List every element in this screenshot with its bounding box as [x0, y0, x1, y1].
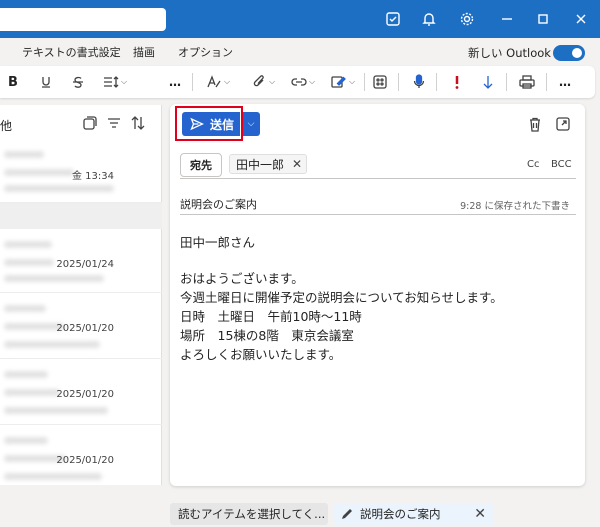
list-item[interactable]: 金 13:34	[0, 141, 162, 203]
blurred-subject	[4, 259, 54, 266]
body-line[interactable]: おはようございます。	[180, 270, 304, 288]
body-line[interactable]: 日時 土曜日 午前10時～11時	[180, 308, 362, 326]
body-line[interactable]: よろしくお願いいたします。	[180, 346, 341, 364]
list-item-date: 2025/01/24	[56, 259, 114, 270]
signature-button[interactable]: ⌵	[328, 73, 358, 91]
recipient-name: 田中一郎	[236, 157, 285, 172]
blurred-subject	[4, 323, 64, 330]
close-tab-icon[interactable]: ✕	[474, 506, 486, 522]
pop-out-icon[interactable]	[554, 115, 572, 133]
to-button[interactable]: 宛先	[180, 153, 222, 177]
blurred-sender	[4, 151, 44, 158]
send-highlight-box	[175, 106, 243, 141]
print-icon[interactable]	[518, 73, 536, 91]
list-item[interactable]: 2025/01/20	[0, 293, 162, 359]
paragraph-spacing-button[interactable]: ⌵	[102, 73, 128, 91]
tab-draft[interactable]: 説明会のご案内 ✕	[334, 503, 494, 525]
new-outlook-toggle[interactable]	[553, 45, 585, 61]
body-line[interactable]: 今週土曜日に開催予定の説明会についてお知らせします。	[180, 289, 503, 307]
subject-underline	[180, 214, 576, 215]
bcc-button[interactable]: BCC	[551, 159, 572, 170]
importance-high-icon[interactable]	[450, 73, 464, 91]
subject-field[interactable]: 説明会のご案内	[180, 196, 257, 212]
pencil-icon	[342, 509, 352, 519]
styles-button[interactable]: ⌵	[204, 73, 232, 91]
toggle-knob	[572, 48, 582, 58]
maximize-icon[interactable]	[532, 8, 554, 30]
ribbon-divider	[364, 73, 365, 91]
draft-saved-status: 9:28 に保存された下書き	[460, 201, 570, 212]
list-item[interactable]: 2025/01/24	[0, 229, 162, 293]
new-outlook-label: 新しい Outlook	[468, 46, 551, 60]
blurred-sender	[4, 437, 48, 444]
more-options-button[interactable]: …	[558, 73, 572, 91]
apps-icon[interactable]	[372, 73, 388, 91]
recipient-chip[interactable]: 田中一郎 ✕	[229, 154, 308, 174]
tab-reading-pane[interactable]: 読むアイテムを選択してく...	[170, 503, 328, 525]
microphone-icon[interactable]	[412, 73, 426, 91]
chevron-down-icon: ⌵	[348, 77, 356, 86]
list-item[interactable]: 2025/01/20	[0, 425, 162, 485]
ribbon-divider	[436, 73, 437, 91]
chevron-down-icon: ⌵	[223, 77, 231, 86]
menu-draw[interactable]: 描画	[133, 44, 155, 60]
tab-draft-label: 説明会のご案内	[360, 507, 441, 521]
chevron-down-icon: ⌵	[120, 77, 128, 86]
blurred-subject	[4, 169, 74, 176]
ribbon-divider	[506, 73, 507, 91]
blurred-subject	[4, 389, 60, 396]
list-item-date: 2025/01/20	[56, 323, 114, 334]
list-item-date: 2025/01/20	[56, 455, 114, 466]
underline-button[interactable]	[38, 73, 54, 91]
blurred-sender	[4, 305, 46, 312]
ribbon-divider	[546, 73, 547, 91]
message-list: 他 金 13:34 2025/01/24 2025/01/20 2025/01/…	[0, 105, 162, 485]
blurred-preview	[4, 341, 100, 348]
sort-icon[interactable]	[130, 115, 146, 131]
to-field-underline	[180, 178, 576, 179]
more-format-button[interactable]: …	[168, 73, 182, 91]
body-line[interactable]: 場所 15棟の8階 東京会議室	[180, 327, 354, 345]
trash-icon[interactable]	[526, 115, 544, 133]
strikethrough-button[interactable]	[70, 73, 86, 91]
cc-button[interactable]: Cc	[527, 159, 539, 170]
blurred-sender	[4, 371, 48, 378]
ribbon-divider	[192, 73, 193, 91]
blurred-preview	[4, 473, 102, 480]
list-item-date: 2025/01/20	[56, 389, 114, 400]
menu-options[interactable]: オプション	[178, 44, 233, 60]
list-header: 他	[0, 105, 162, 141]
chevron-down-icon: ⌵	[308, 77, 316, 86]
filter-icon[interactable]	[106, 115, 122, 131]
list-item-date: 金 13:34	[72, 171, 114, 182]
blurred-preview	[4, 407, 108, 414]
close-icon[interactable]	[570, 8, 592, 30]
send-options-button[interactable]: ⌵	[242, 112, 260, 136]
blurred-sender	[4, 241, 52, 248]
blurred-preview	[4, 275, 104, 282]
importance-low-icon[interactable]	[480, 73, 496, 91]
link-button[interactable]: ⌵	[288, 73, 318, 91]
chevron-down-icon: ⌵	[247, 119, 255, 129]
search-box[interactable]	[0, 8, 166, 31]
menu-format-text[interactable]: テキストの書式設定	[22, 44, 121, 60]
list-item[interactable]: 2025/01/20	[0, 359, 162, 425]
attach-button[interactable]: ⌵	[250, 73, 278, 91]
blurred-preview	[4, 185, 114, 192]
group-header	[0, 203, 162, 229]
ribbon-divider	[398, 73, 399, 91]
bold-button[interactable]: B	[6, 73, 20, 91]
body-line[interactable]: 田中一郎さん	[180, 234, 255, 252]
remove-recipient-icon[interactable]: ✕	[292, 157, 302, 171]
chevron-down-icon: ⌵	[268, 77, 276, 86]
select-mode-icon[interactable]	[82, 115, 98, 131]
tasks-icon[interactable]	[382, 8, 404, 30]
gear-icon[interactable]	[456, 8, 478, 30]
bell-icon[interactable]	[418, 8, 440, 30]
list-header-label[interactable]: 他	[0, 117, 12, 134]
minimize-icon[interactable]	[496, 8, 518, 30]
